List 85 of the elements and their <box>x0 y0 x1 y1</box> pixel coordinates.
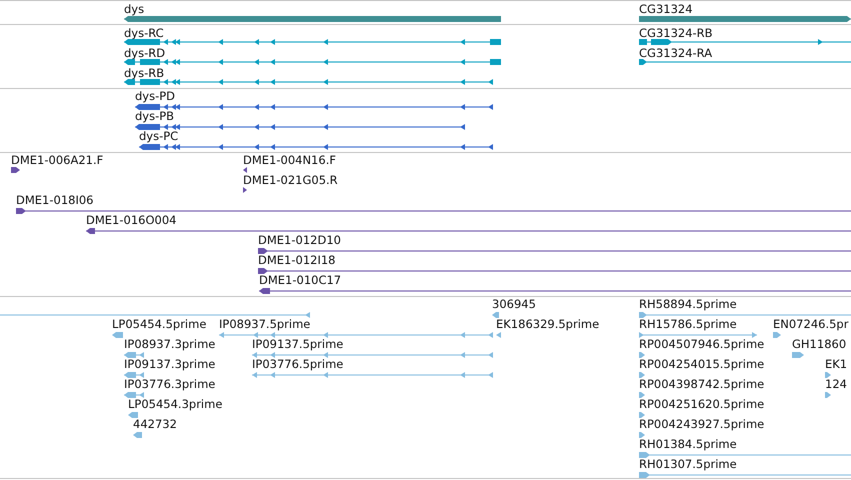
feature-label: RH15786.5prime <box>639 317 737 331</box>
est-drawing[interactable] <box>252 352 493 358</box>
feature-label: DME1-004N16.F <box>243 153 336 167</box>
feature-label: RH01384.5prime <box>639 437 737 451</box>
est-drawing[interactable] <box>219 332 493 338</box>
feature-label: dys-RB <box>124 66 164 80</box>
feature-label: IP03776.3prime <box>124 377 216 391</box>
clone-end-drawing[interactable] <box>16 208 851 214</box>
feature-label: CG31324-RA <box>639 46 712 60</box>
feature-label: IP08937.3prime <box>124 337 216 351</box>
transcript-drawing[interactable] <box>124 79 493 85</box>
est-drawing[interactable] <box>133 432 142 438</box>
transcript-drawing[interactable] <box>639 59 851 65</box>
est-drawing[interactable] <box>128 412 138 418</box>
est-drawing[interactable] <box>639 332 757 338</box>
feature-label: EK1 <box>825 357 848 371</box>
feature-label: DME1-010C17 <box>259 273 342 287</box>
est-drawing[interactable] <box>0 312 310 318</box>
feature-label: IP08937.5prime <box>219 317 310 331</box>
feature-label: dys-RC <box>124 26 164 40</box>
est-drawing[interactable] <box>639 312 851 318</box>
clone-end-drawing[interactable] <box>243 187 247 193</box>
est-drawing[interactable] <box>773 332 781 338</box>
feature-label: DME1-016O004 <box>86 213 176 227</box>
est-drawing[interactable] <box>124 352 144 358</box>
feature-label: LP05454.3prime <box>128 397 222 411</box>
clone-end-drawing[interactable] <box>258 248 851 254</box>
est-drawing[interactable] <box>639 352 645 358</box>
protein-drawing[interactable] <box>135 104 493 110</box>
est-drawing[interactable] <box>639 432 645 438</box>
clone-end-drawing[interactable] <box>86 228 851 234</box>
feature-label: RH58894.5prime <box>639 297 737 311</box>
gene-drawing[interactable] <box>639 16 851 22</box>
est-drawing[interactable] <box>639 412 645 418</box>
feature-label: IP09137.5prime <box>252 337 344 351</box>
feature-label: IP09137.3prime <box>124 357 216 371</box>
est-drawing[interactable] <box>252 372 493 378</box>
clone-end-drawing[interactable] <box>11 167 20 173</box>
feature-label: 124 <box>825 377 847 391</box>
feature-label: DME1-018I06 <box>16 193 94 207</box>
est-drawing[interactable] <box>639 392 645 398</box>
clone-end-drawing[interactable] <box>259 288 851 294</box>
feature-label: dys-RD <box>124 46 166 60</box>
feature-label: CG31324 <box>639 2 693 16</box>
feature-label: CG31324-RB <box>639 26 713 40</box>
feature-label: RP004254015.5prime <box>639 357 764 371</box>
feature-label: LP05454.5prime <box>112 317 206 331</box>
est-drawing[interactable] <box>639 372 645 378</box>
feature-label: EN07246.5pr <box>773 317 848 331</box>
est-drawing[interactable] <box>639 472 851 478</box>
feature-label: 442732 <box>133 417 177 431</box>
est-drawing[interactable] <box>792 352 804 358</box>
feature-label: 306945 <box>492 297 536 311</box>
est-drawing[interactable] <box>124 372 144 378</box>
est-drawing[interactable] <box>825 372 831 378</box>
est-drawing[interactable] <box>492 312 499 318</box>
feature-label: dys-PB <box>135 109 174 123</box>
gene-drawing[interactable] <box>124 16 501 22</box>
protein-drawing[interactable] <box>139 144 493 150</box>
feature-label: DME1-012D10 <box>258 233 341 247</box>
feature-label: RP004507946.5prime <box>639 337 764 351</box>
feature-label: DME1-006A21.F <box>11 153 104 167</box>
feature-label: GH11860 <box>792 337 846 351</box>
transcript-drawing[interactable] <box>124 59 501 65</box>
est-drawing[interactable] <box>496 332 501 338</box>
feature-label: dys <box>124 2 144 16</box>
feature-label: dys-PC <box>139 129 178 143</box>
feature-label: IP03776.5prime <box>252 357 344 371</box>
clone-end-drawing[interactable] <box>258 268 851 274</box>
est-drawing[interactable] <box>112 332 123 338</box>
feature-label: EK186329.5prime <box>496 317 600 331</box>
est-drawing[interactable] <box>639 452 851 458</box>
protein-drawing[interactable] <box>135 124 465 130</box>
est-drawing[interactable] <box>825 392 831 398</box>
est-drawing[interactable] <box>124 392 144 398</box>
transcript-drawing[interactable] <box>639 39 851 45</box>
feature-label: RP004243927.5prime <box>639 417 764 431</box>
feature-label: DME1-012I18 <box>258 253 336 267</box>
feature-label: RP004398742.5prime <box>639 377 764 391</box>
feature-label: DME1-021G05.R <box>243 173 338 187</box>
feature-label: dys-PD <box>135 89 176 103</box>
feature-label: RH01307.5prime <box>639 457 737 471</box>
clone-end-drawing[interactable] <box>243 167 247 173</box>
feature-label: RP004251620.5prime <box>639 397 764 411</box>
transcript-drawing[interactable] <box>124 39 501 45</box>
